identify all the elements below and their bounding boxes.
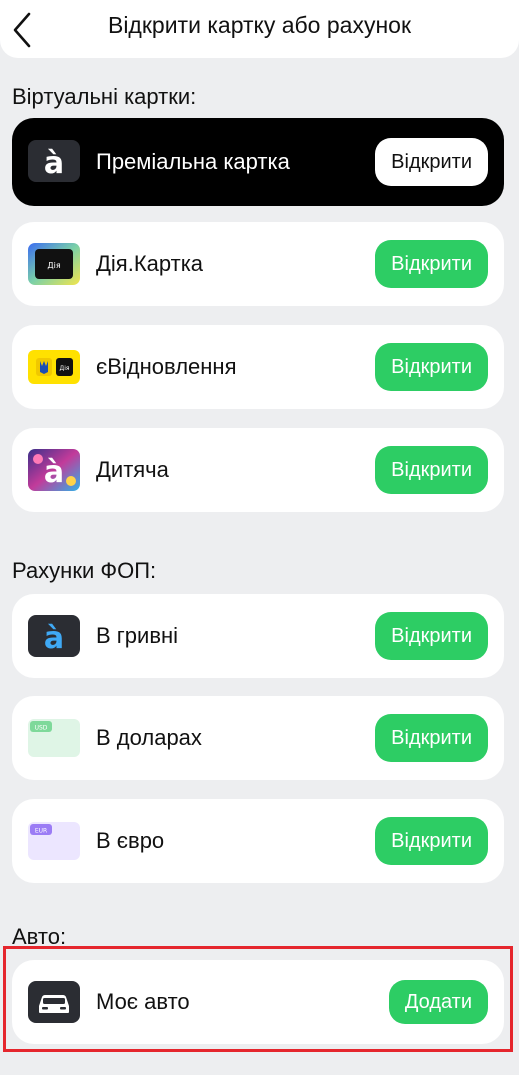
open-fop-eur-button[interactable]: Відкрити: [375, 817, 488, 865]
open-kids-button[interactable]: Відкрити: [375, 446, 488, 494]
open-premium-button[interactable]: Відкрити: [375, 138, 488, 186]
card-fop-uah-label: В гривні: [96, 623, 179, 648]
section-title-virtual-cards: Віртуальні картки:: [12, 84, 197, 109]
diia-card-icon: Дія: [28, 243, 80, 285]
svg-text:à: à: [44, 455, 64, 490]
bottom-edge: [0, 1060, 519, 1075]
card-diia[interactable]: Дія Дія.Картка Відкрити: [12, 222, 504, 306]
page-title: Відкрити картку або рахунок: [107, 12, 412, 38]
open-evidnovlennia-button[interactable]: Відкрити: [375, 343, 488, 391]
usd-icon-text: USD: [35, 725, 48, 732]
open-fop-usd-button[interactable]: Відкрити: [375, 714, 488, 762]
diia-icon-text: Дія: [47, 261, 60, 270]
abank-a-icon: à: [28, 140, 80, 182]
eur-card-icon: EUR: [28, 822, 80, 860]
open-fop-uah-button[interactable]: Відкрити: [375, 612, 488, 660]
card-premium[interactable]: à Преміальна картка Відкрити: [12, 118, 504, 206]
card-evidnovlennia-label: єВідновлення: [96, 354, 237, 379]
card-kids[interactable]: à Дитяча Відкрити: [12, 428, 504, 512]
card-fop-usd[interactable]: USD В доларах Відкрити: [12, 696, 504, 780]
svg-text:à: à: [44, 146, 64, 181]
kids-card-icon: à: [28, 449, 80, 491]
open-diia-button[interactable]: Відкрити: [375, 240, 488, 288]
svg-text:à: à: [44, 621, 64, 656]
section-title-fop-accounts: Рахунки ФОП:: [12, 558, 157, 583]
highlight-frame: [3, 946, 513, 1052]
card-fop-eur[interactable]: EUR В євро Відкрити: [12, 799, 504, 883]
usd-card-icon: USD: [28, 719, 80, 757]
card-fop-eur-label: В євро: [96, 828, 165, 853]
card-premium-label: Преміальна картка: [96, 149, 290, 174]
eur-icon-text: EUR: [35, 828, 47, 835]
evidnovlennia-icon-text: Дія: [60, 365, 70, 372]
card-fop-uah[interactable]: à В гривні Відкрити: [12, 594, 504, 678]
card-fop-usd-label: В доларах: [96, 725, 202, 750]
header-bar: Відкрити картку або рахунок: [0, 0, 519, 58]
card-evidnovlennia[interactable]: Дія єВідновлення Відкрити: [12, 325, 504, 409]
card-diia-label: Дія.Картка: [96, 251, 204, 276]
evidnovlennia-icon: Дія: [28, 350, 80, 384]
abank-a-icon: à: [28, 615, 80, 657]
card-kids-label: Дитяча: [96, 457, 169, 482]
